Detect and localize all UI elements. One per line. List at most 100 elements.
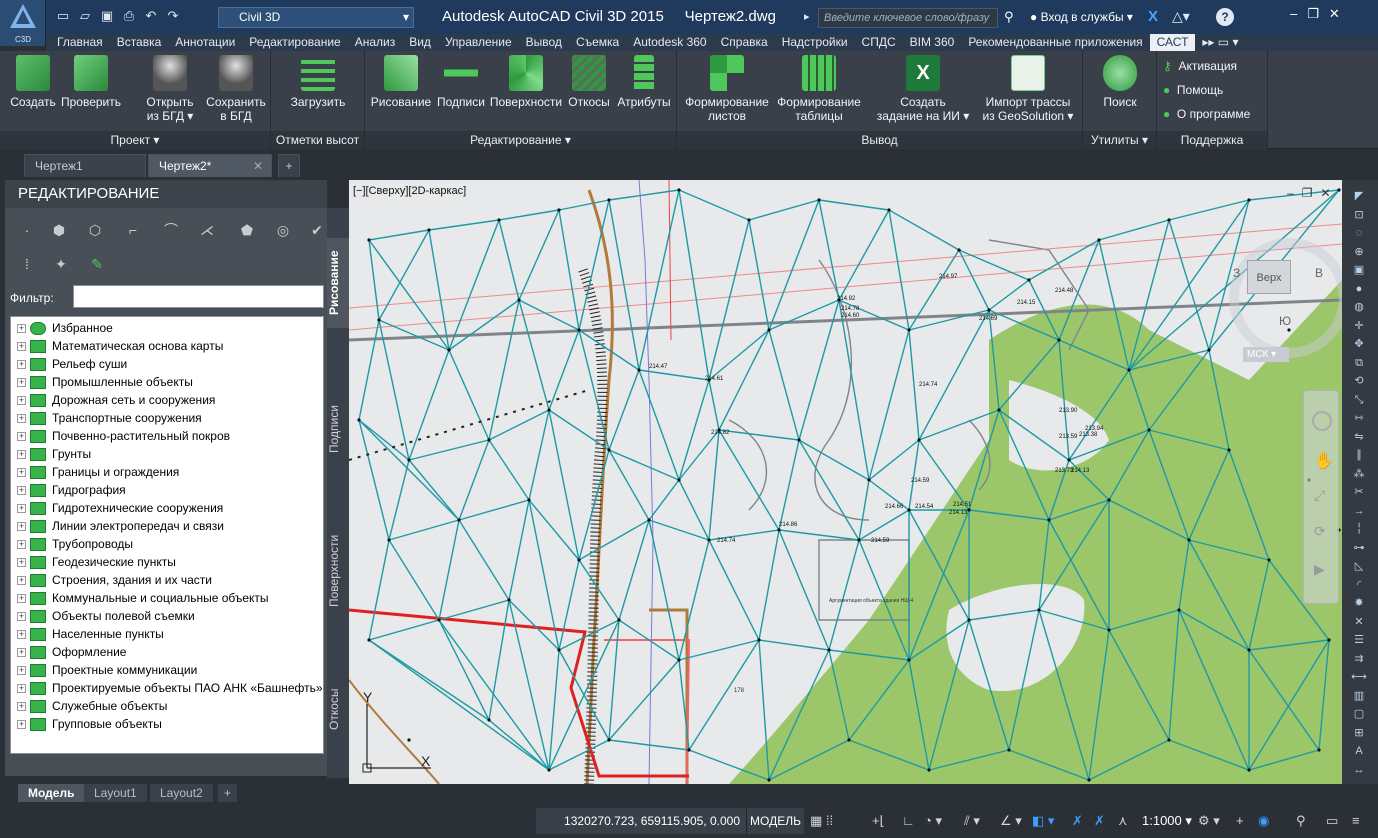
- match-icon[interactable]: ⇉: [1350, 651, 1368, 667]
- viewport-controls-label[interactable]: [−][Сверху][2D-каркас]: [353, 185, 466, 197]
- expand-icon[interactable]: +: [17, 378, 26, 388]
- ribbon-tab[interactable]: Вывод: [519, 34, 569, 51]
- expand-icon[interactable]: +: [17, 360, 26, 370]
- search-expand-icon[interactable]: ▸: [804, 10, 810, 23]
- area-tool-icon[interactable]: ⬟: [237, 220, 257, 240]
- expand-icon[interactable]: +: [17, 486, 26, 496]
- polyline-tool-icon[interactable]: ⌐: [123, 220, 143, 240]
- zoom-extents-icon[interactable]: ⤢: [1314, 487, 1325, 504]
- side-tab-slopes[interactable]: Откосы: [327, 664, 349, 754]
- rotate-icon[interactable]: ⟲: [1350, 373, 1368, 389]
- scale-icon[interactable]: ⤡: [1350, 392, 1368, 408]
- viewcube-compass[interactable]: [1229, 238, 1342, 358]
- coordinates-display[interactable]: 1320270.723, 659115.905, 0.000: [536, 808, 746, 834]
- expand-icon[interactable]: +: [17, 342, 26, 352]
- tab-layout2[interactable]: Layout2: [150, 784, 213, 802]
- surfaces-button[interactable]: Поверхности: [489, 55, 563, 109]
- expand-icon[interactable]: +: [17, 504, 26, 514]
- ucs-menu[interactable]: МСК ▾: [1243, 347, 1289, 362]
- tree-item[interactable]: + Трубопроводы: [17, 535, 133, 553]
- tree-item[interactable]: + Проектные коммуникации: [17, 661, 197, 679]
- expand-icon[interactable]: +: [17, 684, 26, 694]
- customization-menu-icon[interactable]: ≡: [1352, 812, 1360, 830]
- tree-item[interactable]: + Грунты: [17, 445, 91, 463]
- tree-item[interactable]: + Гидрография: [17, 481, 126, 499]
- restore-icon[interactable]: ❐: [1307, 6, 1329, 21]
- undo-icon[interactable]: ↶: [142, 7, 160, 25]
- side-tab-labels[interactable]: Подписи: [327, 384, 349, 474]
- ribbon-tab[interactable]: Съемка: [569, 34, 626, 51]
- expand-icon[interactable]: +: [17, 576, 26, 586]
- bracket-tool-icon[interactable]: ⁞: [17, 254, 37, 274]
- slopes-button[interactable]: Откосы: [563, 55, 615, 109]
- create-button[interactable]: Создать: [8, 55, 58, 109]
- side-tab-surfaces[interactable]: Поверхности: [327, 516, 349, 626]
- tree-item[interactable]: + Избранное: [17, 319, 113, 337]
- pan-hand-icon[interactable]: ✋: [1314, 451, 1334, 471]
- ribbon-tab[interactable]: BIM 360: [903, 34, 962, 51]
- close-tab-icon[interactable]: ✕: [253, 155, 263, 178]
- pick-icon[interactable]: ⊕: [1350, 244, 1368, 260]
- tree-item[interactable]: + Коммунальные и социальные объекты: [17, 589, 269, 607]
- a360-icon[interactable]: △▾: [1172, 8, 1190, 25]
- tree-item[interactable]: + Групповые объекты: [17, 715, 162, 733]
- auto-scale-icon[interactable]: ✗: [1094, 812, 1105, 830]
- snap-icon[interactable]: ✛: [1350, 318, 1368, 334]
- tree-item[interactable]: + Проектируемые объекты ПАО АНК «Башнефть…: [17, 679, 323, 697]
- minimize-icon[interactable]: –: [1290, 6, 1307, 21]
- tree-item[interactable]: + Математическая основа карты: [17, 337, 223, 355]
- annotation-scale-icon[interactable]: ⋏: [1118, 812, 1128, 830]
- viewcube-east[interactable]: В: [1315, 266, 1323, 280]
- array-icon[interactable]: ⁂: [1350, 466, 1368, 482]
- tree-item[interactable]: + Объекты полевой съемки: [17, 607, 195, 625]
- star-polygon-tool-icon[interactable]: ✦: [51, 254, 71, 274]
- save-icon[interactable]: ▣: [98, 7, 116, 25]
- expand-icon[interactable]: +: [17, 432, 26, 442]
- keyword-search-input[interactable]: Введите ключевое слово/фразу: [818, 8, 998, 28]
- print-icon[interactable]: ⎙: [120, 7, 138, 25]
- side-tab-draw[interactable]: Рисование: [327, 238, 349, 328]
- tree-item[interactable]: + Почвенно-растительный покров: [17, 427, 230, 445]
- expand-icon[interactable]: +: [17, 594, 26, 604]
- isolate-objects-icon[interactable]: ◉: [1258, 812, 1269, 830]
- point-tool-icon[interactable]: ·: [17, 220, 37, 240]
- expand-icon[interactable]: +: [17, 396, 26, 406]
- tree-item[interactable]: + Оформление: [17, 643, 126, 661]
- copy-icon[interactable]: ⧉: [1350, 355, 1368, 371]
- help-button[interactable]: ?: [1216, 8, 1234, 26]
- annotation-visibility-icon[interactable]: ✗: [1072, 812, 1083, 830]
- tree-item[interactable]: + Промышленные объекты: [17, 373, 193, 391]
- mirror-icon[interactable]: ⇋: [1350, 429, 1368, 445]
- exchange-apps-icon[interactable]: X: [1148, 8, 1158, 25]
- select-icon[interactable]: ⊡: [1350, 207, 1368, 223]
- expand-icon[interactable]: +: [17, 612, 26, 622]
- search-button[interactable]: Поиск: [1089, 55, 1151, 109]
- tree-item[interactable]: + Дорожная сеть и сооружения: [17, 391, 215, 409]
- fillet-icon[interactable]: ◜: [1350, 577, 1368, 593]
- explode-icon[interactable]: ✸: [1350, 595, 1368, 611]
- pointer-icon[interactable]: ◤: [1350, 188, 1368, 204]
- attributes-button[interactable]: Атрибуты: [615, 55, 673, 109]
- arc-tool-icon[interactable]: ⌒: [161, 220, 181, 240]
- globe-icon[interactable]: ◍: [1350, 299, 1368, 315]
- vp-close-icon[interactable]: ✕: [1320, 186, 1338, 200]
- properties-icon[interactable]: ☰: [1350, 632, 1368, 648]
- ribbon-tab[interactable]: Главная: [50, 34, 110, 51]
- new-tab-button[interactable]: +: [278, 154, 300, 177]
- selection-cycling-icon[interactable]: ◧ ▾: [1032, 812, 1054, 830]
- ribbon-tab[interactable]: Анализ: [348, 34, 403, 51]
- check-tool-icon[interactable]: ✔: [307, 220, 327, 240]
- expand-icon[interactable]: +: [17, 414, 26, 424]
- vp-minimize-icon[interactable]: –: [1287, 186, 1302, 200]
- block-icon[interactable]: ▢: [1350, 706, 1368, 722]
- expand-icon[interactable]: +: [17, 558, 26, 568]
- tree-item[interactable]: + Гидротехнические сооружения: [17, 499, 223, 517]
- tree-item[interactable]: + Границы и ограждения: [17, 463, 179, 481]
- doc-tab-drawing2[interactable]: Чертеж2* ✕: [148, 154, 272, 177]
- extend-icon[interactable]: →: [1350, 503, 1368, 519]
- ribbon-tab[interactable]: САСТ: [1149, 34, 1196, 51]
- activation-button[interactable]: ⚷ Активация: [1163, 59, 1237, 73]
- draw-button[interactable]: Рисование: [369, 55, 433, 109]
- text-icon[interactable]: A: [1350, 743, 1368, 759]
- lineweight-icon[interactable]: ∠ ▾: [1000, 812, 1022, 830]
